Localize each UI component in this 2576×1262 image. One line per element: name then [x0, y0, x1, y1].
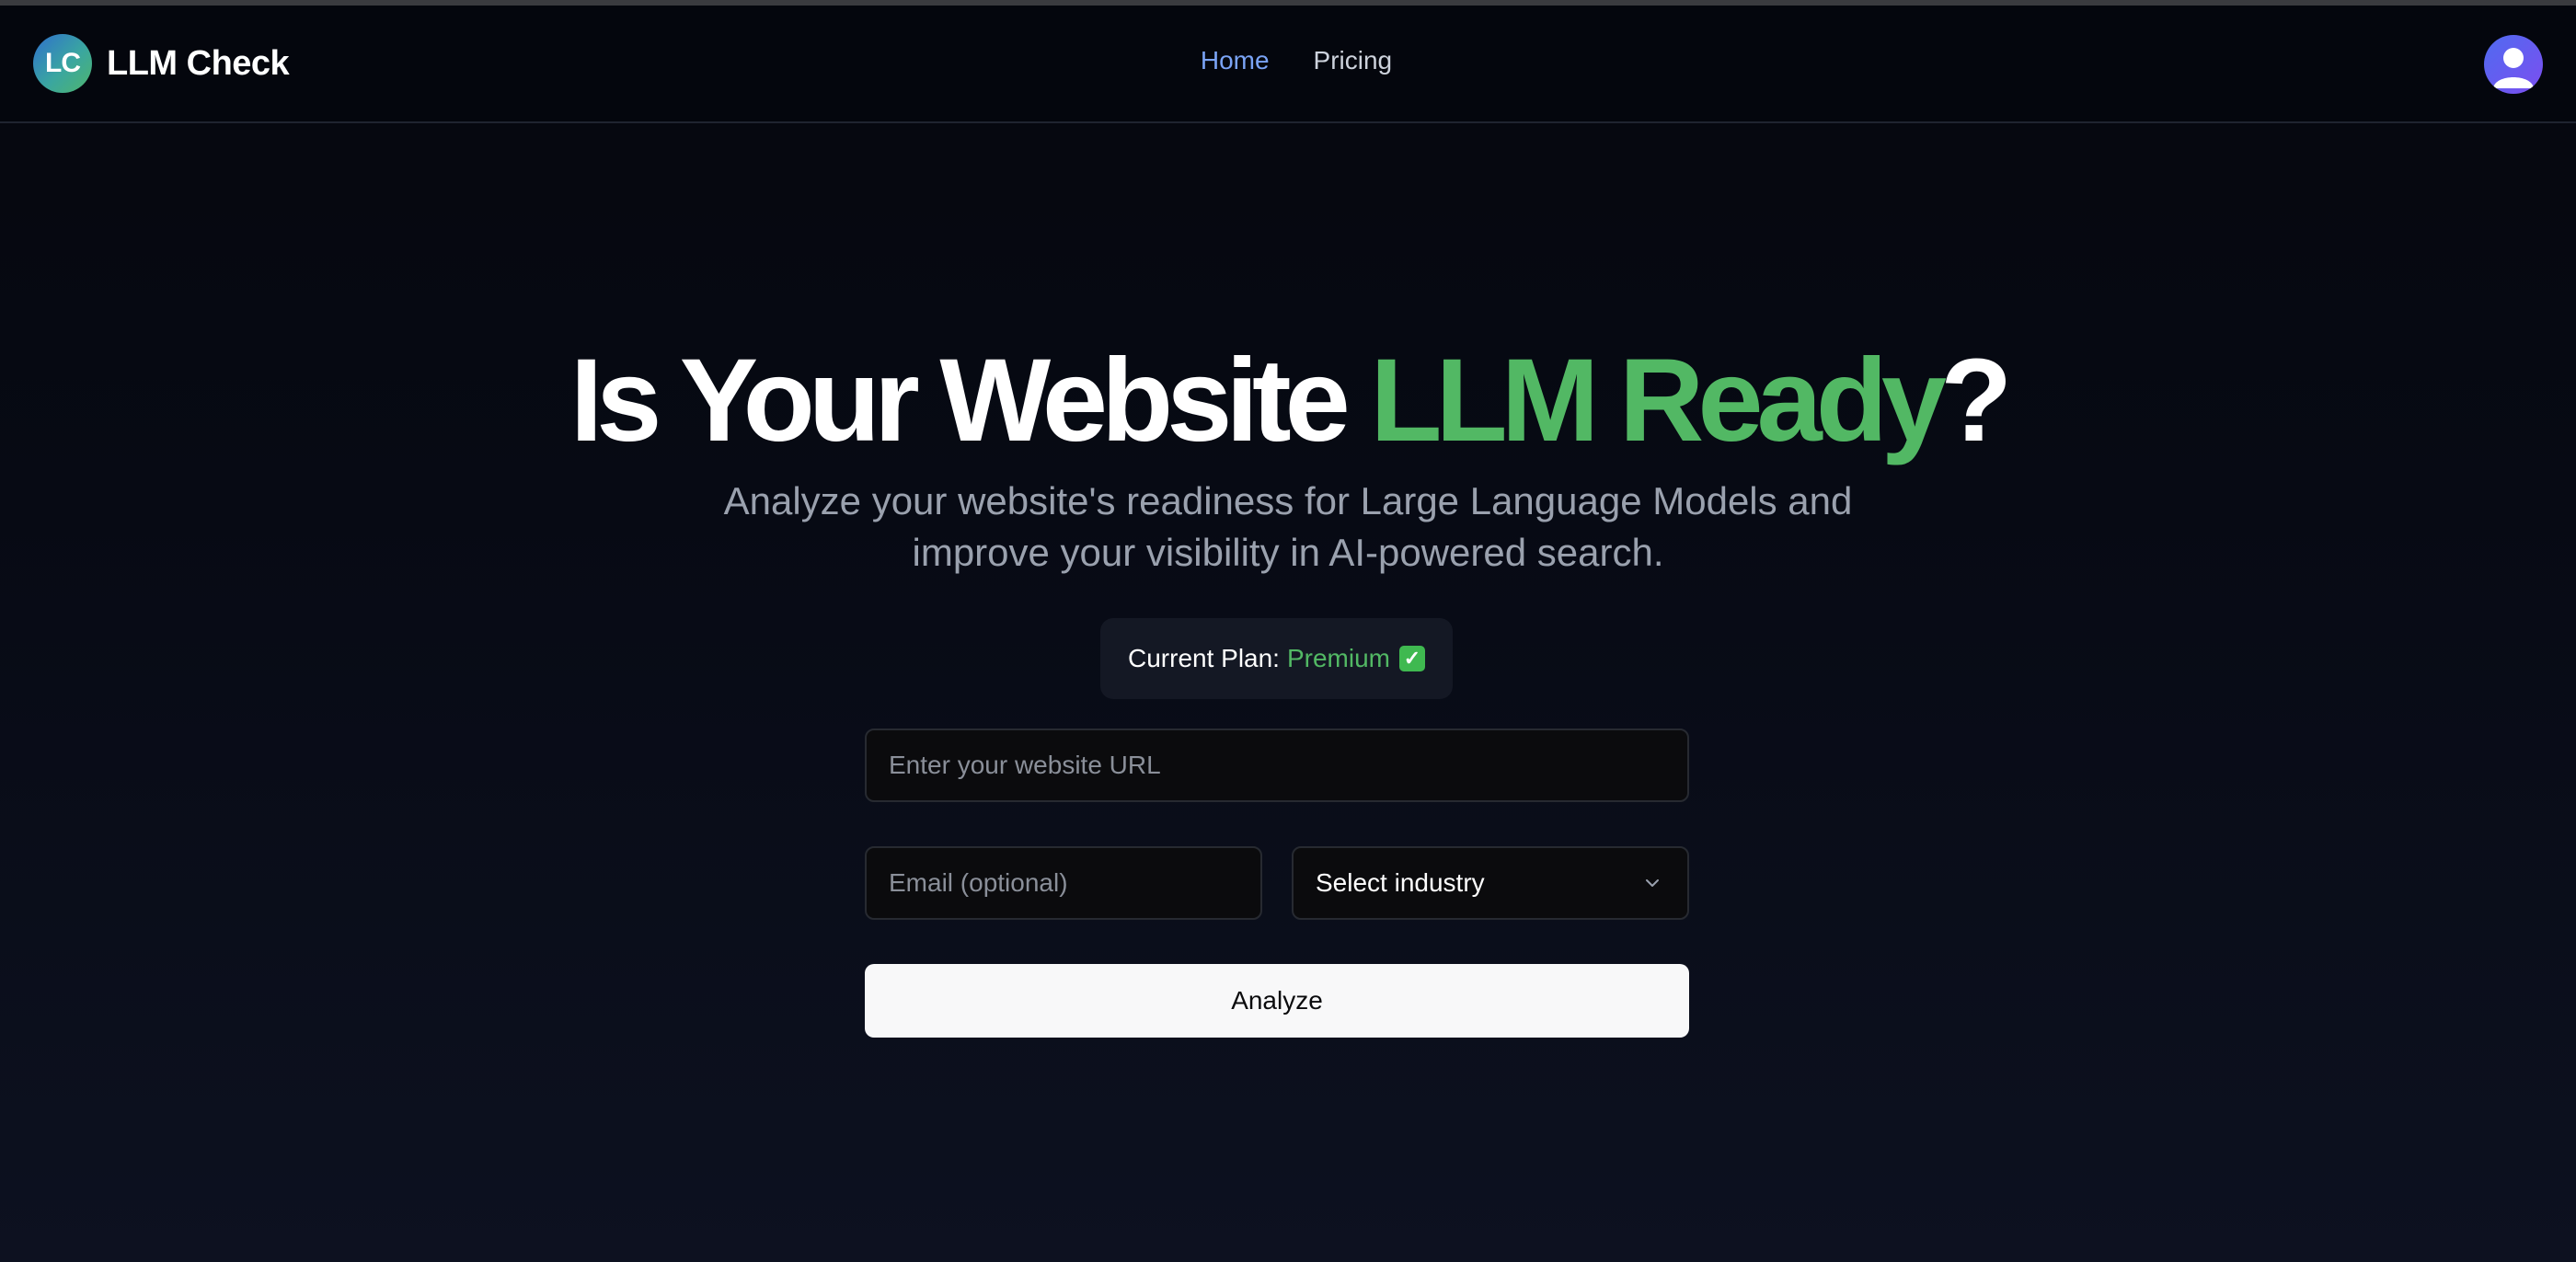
hero-subtitle: Analyze your website's readiness for Lar… — [723, 479, 1853, 575]
navbar: LC LLM Check Home Pricing — [0, 6, 2576, 123]
hero-section: Is Your Website LLM Ready? Analyze your … — [0, 331, 2576, 579]
user-icon — [2493, 48, 2534, 88]
hero-title-suffix: ? — [1940, 335, 2012, 466]
plan-value: Premium — [1286, 644, 1390, 672]
check-square-icon: ✓ — [1398, 646, 1425, 671]
industry-select[interactable]: Select industry — [1292, 846, 1689, 920]
analyze-button[interactable]: Analyze — [865, 964, 1689, 1038]
chevron-down-icon — [1639, 870, 1665, 896]
plan-label: Current Plan: — [1128, 644, 1280, 672]
industry-select-value: Select industry — [1316, 868, 1485, 897]
nav-link-pricing[interactable]: Pricing — [1314, 46, 1393, 75]
page: LC LLM Check Home Pricing Is Your Websit… — [0, 0, 2576, 1262]
current-plan-badge: Current Plan: Premium ✓ — [1100, 618, 1453, 699]
user-avatar-button[interactable] — [2484, 35, 2543, 94]
hero-title-prefix: Is Your Website — [569, 335, 1371, 466]
hero-title-accent: LLM Ready — [1370, 335, 1947, 466]
hero-title: Is Your Website LLM Ready? — [0, 331, 2576, 470]
main-nav: Home Pricing — [17, 46, 2576, 75]
nav-link-home[interactable]: Home — [1201, 46, 1270, 75]
website-url-input[interactable] — [865, 729, 1689, 802]
email-input[interactable] — [865, 846, 1262, 920]
